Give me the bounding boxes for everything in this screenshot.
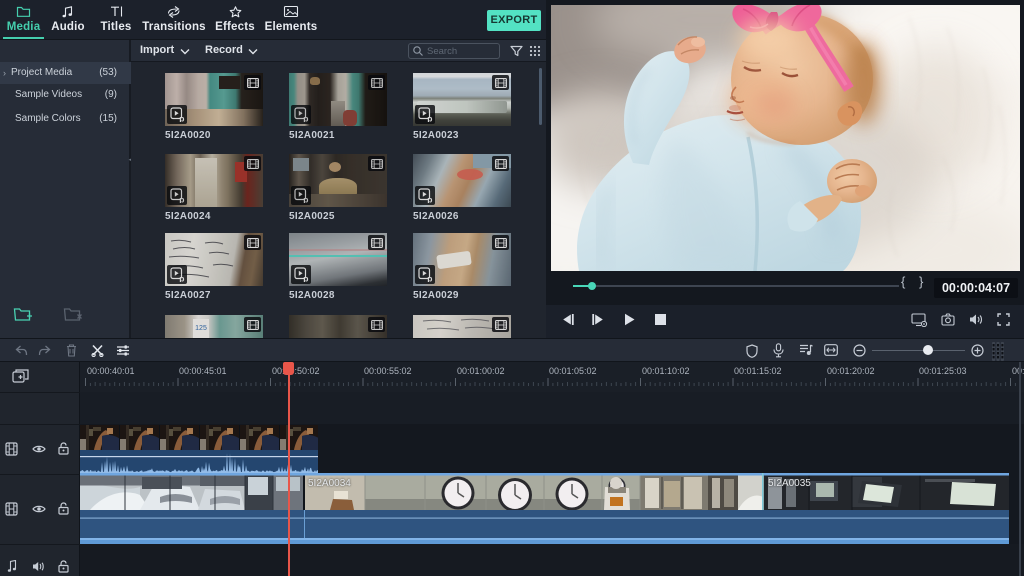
svg-text:p: p — [427, 195, 432, 203]
svg-text:p: p — [427, 114, 432, 122]
svg-text:p: p — [303, 114, 308, 122]
svg-text:p: p — [179, 274, 184, 282]
svg-text:p: p — [303, 274, 308, 282]
svg-text:p: p — [303, 195, 308, 203]
svg-text:p: p — [427, 274, 432, 282]
svg-text:p: p — [179, 114, 184, 122]
svg-text:p: p — [179, 195, 184, 203]
